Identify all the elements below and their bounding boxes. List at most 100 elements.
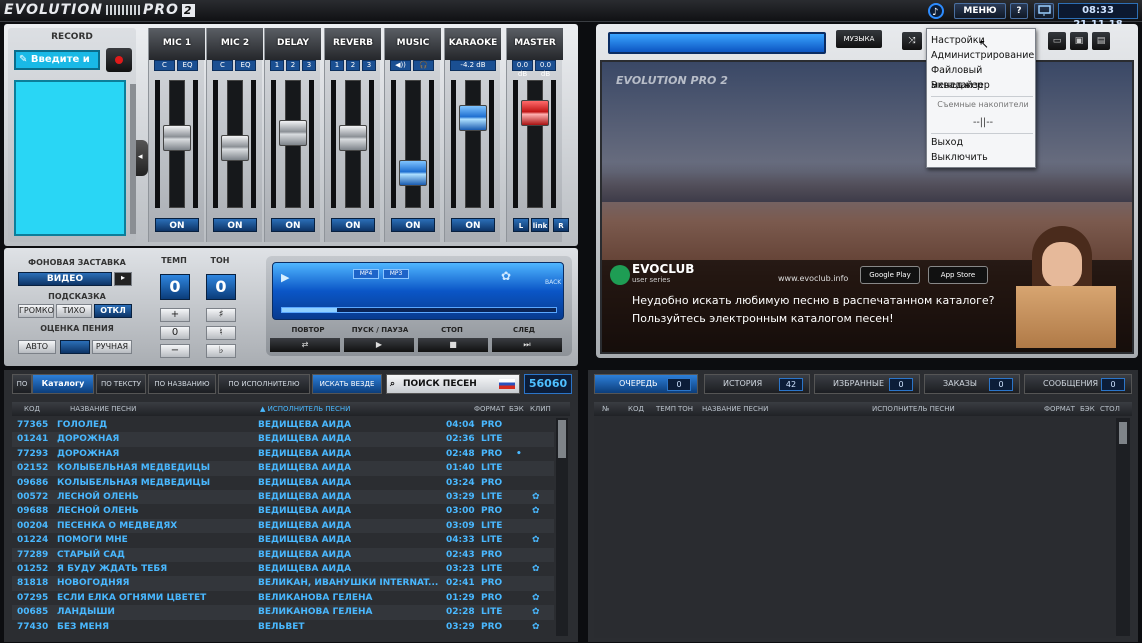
hint-quiet-button[interactable]: ТИХО bbox=[56, 304, 92, 318]
song-row[interactable]: 00685 ЛАНДЫШИ ВЕЛИКАНОВА ГЕЛЕНА 02:28 LITE ✿ bbox=[12, 605, 554, 620]
strip-option-button[interactable]: ◀)) bbox=[390, 60, 411, 71]
col-bk[interactable]: БЭК bbox=[509, 402, 524, 416]
queue-tab[interactable]: ИСТОРИЯ 42 bbox=[704, 374, 810, 394]
monitor-icon[interactable] bbox=[1034, 3, 1054, 19]
master-left-button[interactable]: L bbox=[513, 218, 529, 232]
stop-button[interactable]: ■ bbox=[418, 338, 488, 352]
score-toggle[interactable] bbox=[60, 340, 90, 354]
tempo-up-button[interactable]: + bbox=[160, 308, 190, 322]
next-button[interactable]: ⏭ bbox=[492, 338, 562, 352]
hint-loud-button[interactable]: ГРОМКО bbox=[18, 304, 54, 318]
strip-option-button[interactable]: 1 bbox=[270, 60, 284, 71]
menu-button[interactable]: МЕНЮ bbox=[954, 3, 1006, 19]
background-select[interactable]: ВИДЕО bbox=[18, 272, 112, 286]
rcol-artist[interactable]: ИСПОЛНИТЕЛЬ ПЕСНИ bbox=[872, 402, 955, 416]
menu-item-file-manager[interactable]: Файловый менеджер bbox=[931, 63, 1035, 91]
fader-knob[interactable] bbox=[221, 135, 249, 161]
song-row[interactable]: 09688 ЛЕСНОЙ ОЛЕНЬ ВЕДИЩЕВА АИДА 03:00 PRO ✿ bbox=[12, 504, 554, 518]
fader-knob[interactable] bbox=[163, 125, 191, 151]
col-clip[interactable]: КЛИП bbox=[530, 402, 551, 416]
fader-knob[interactable] bbox=[399, 160, 427, 186]
song-row[interactable]: 77365 ГОЛОЛЕД ВЕДИЩЕВА АИДА 04:04 PRO bbox=[12, 418, 554, 432]
folder-icon[interactable]: ▭ bbox=[1048, 32, 1066, 50]
strip-option-button[interactable]: 0.0 dB bbox=[512, 60, 533, 78]
song-row[interactable]: 77289 СТАРЫЙ САД ВЕДИЩЕВА АИДА 02:43 PRO bbox=[12, 547, 554, 562]
song-search-input[interactable]: ⌕ ПОИСК ПЕСЕН bbox=[386, 374, 520, 394]
song-row[interactable]: 00572 ЛЕСНОЙ ОЛЕНЬ ВЕДИЩЕВА АИДА 03:29 LITE ✿ bbox=[12, 490, 554, 505]
queue-tab[interactable]: ЗАКАЗЫ 0 bbox=[924, 374, 1020, 394]
record-button[interactable] bbox=[106, 48, 132, 72]
strip-option-button[interactable]: C bbox=[154, 60, 175, 71]
score-manual-button[interactable]: РУЧНАЯ bbox=[92, 340, 132, 354]
fader-knob[interactable] bbox=[459, 105, 487, 131]
strip-option-button[interactable]: C bbox=[212, 60, 233, 71]
strip-option-button[interactable]: 2 bbox=[346, 60, 360, 71]
queue-scrollbar[interactable] bbox=[1116, 418, 1130, 636]
queue-tab[interactable]: ОЧЕРЕДЬ 0 bbox=[594, 374, 698, 394]
shuffle-icon[interactable]: ⤨ bbox=[902, 32, 922, 50]
scroll-thumb[interactable] bbox=[1119, 422, 1127, 444]
removable-drive[interactable]: --||-- bbox=[931, 115, 1035, 130]
rcol-code[interactable]: КОД bbox=[628, 402, 644, 416]
fader-track[interactable] bbox=[465, 80, 481, 208]
progress-bar[interactable] bbox=[281, 307, 557, 313]
play-triangle-icon[interactable]: ▸ bbox=[114, 272, 132, 286]
play-pause-button[interactable]: ▶ bbox=[344, 338, 414, 352]
save-icon[interactable]: ▣ bbox=[1070, 32, 1088, 50]
trash-icon[interactable]: ▤ bbox=[1092, 32, 1110, 50]
fader-knob[interactable] bbox=[279, 120, 307, 146]
score-auto-button[interactable]: АВТО bbox=[18, 340, 56, 354]
queue-tab[interactable]: СООБЩЕНИЯ 0 bbox=[1024, 374, 1132, 394]
rcol-tempo[interactable]: ТЕМП bbox=[656, 402, 676, 416]
rcol-num[interactable]: № bbox=[602, 402, 609, 416]
song-row[interactable]: 77293 ДОРОЖНАЯ ВЕДИЩЕВА АИДА 02:48 PRO • bbox=[12, 447, 554, 461]
record-input[interactable]: ✎ Введите и bbox=[14, 50, 100, 70]
flag-ru-icon[interactable] bbox=[499, 379, 515, 389]
tempo-reset-button[interactable]: 0 bbox=[160, 326, 190, 340]
col-format[interactable]: ФОРМАТ bbox=[474, 402, 505, 416]
filter-by-name-button[interactable]: ПО НАЗВАНИЮ bbox=[148, 374, 216, 394]
strip-option-button[interactable]: -4.2 dB bbox=[450, 60, 496, 71]
col-artist[interactable]: ▲ ИСПОЛНИТЕЛЬ ПЕСНИ bbox=[260, 402, 350, 416]
queue-list[interactable] bbox=[594, 416, 1116, 638]
strip-option-button[interactable]: 1 bbox=[330, 60, 344, 71]
filter-by-text-button[interactable]: ПО ТЕКСТУ bbox=[96, 374, 146, 394]
help-button[interactable]: ? bbox=[1010, 3, 1028, 19]
strip-option-button[interactable]: 2 bbox=[286, 60, 300, 71]
master-right-button[interactable]: R bbox=[553, 218, 569, 232]
menu-item-equalizer[interactable]: Эквалайзер bbox=[931, 78, 1035, 93]
master-mid-button[interactable]: link bbox=[531, 218, 549, 232]
menu-item-shutdown[interactable]: Выключить bbox=[931, 150, 1035, 165]
search-everywhere-button[interactable]: ИСКАТЬ ВЕЗДЕ bbox=[312, 374, 382, 394]
filter-catalog-button[interactable]: Каталогу bbox=[32, 374, 94, 394]
tone-natural-button[interactable]: ♮ bbox=[206, 326, 236, 340]
song-row[interactable]: 81818 НОВОГОДНЯЯ ВЕЛИКАН, ИВАНУШКИ INTERNA… bbox=[12, 576, 554, 591]
tempo-down-button[interactable]: − bbox=[160, 344, 190, 358]
record-list[interactable] bbox=[14, 80, 126, 236]
menu-item-exit[interactable]: Выход bbox=[931, 135, 1035, 150]
col-code[interactable]: КОД bbox=[24, 402, 40, 416]
song-row[interactable]: 77430 БЕЗ МЕНЯ ВЕЛЬВЕТ 03:29 PRO ✿ bbox=[12, 620, 554, 634]
strip-on-button[interactable]: ON bbox=[451, 218, 495, 232]
music-note-icon[interactable]: ♪ bbox=[928, 3, 944, 19]
fader-track[interactable] bbox=[405, 80, 421, 208]
filter-by-artist-button[interactable]: ПО ИСПОЛНИТЕЛЮ bbox=[218, 374, 310, 394]
strip-option-button[interactable]: 0.0 dB bbox=[535, 60, 556, 78]
tone-flat-button[interactable]: ♭ bbox=[206, 344, 236, 358]
song-row[interactable]: 01224 ПОМОГИ МНЕ ВЕДИЩЕВА АИДА 04:33 LITE ✿ bbox=[12, 533, 554, 547]
rcol-format[interactable]: ФОРМАТ bbox=[1044, 402, 1075, 416]
rcol-bk[interactable]: БЭК bbox=[1080, 402, 1095, 416]
catalog-scrollbar[interactable] bbox=[556, 418, 568, 636]
strip-on-button[interactable]: ON bbox=[213, 218, 257, 232]
queue-tab[interactable]: ИЗБРАННЫЕ 0 bbox=[814, 374, 920, 394]
strip-option-button[interactable]: 3 bbox=[362, 60, 376, 71]
song-row[interactable]: 01252 Я БУДУ ЖДАТЬ ТЕБЯ ВЕДИЩЕВА АИДА 03:23… bbox=[12, 562, 554, 576]
fader-knob[interactable] bbox=[339, 125, 367, 151]
collapse-handle[interactable]: ◂ bbox=[136, 140, 148, 176]
strip-option-button[interactable]: 🎧 bbox=[413, 60, 434, 71]
rcol-table[interactable]: СТОЛ bbox=[1100, 402, 1120, 416]
rcol-name[interactable]: НАЗВАНИЕ ПЕСНИ bbox=[702, 402, 768, 416]
fader-knob[interactable] bbox=[521, 100, 549, 126]
strip-option-button[interactable]: EQ bbox=[235, 60, 256, 71]
scroll-thumb[interactable] bbox=[558, 420, 566, 458]
